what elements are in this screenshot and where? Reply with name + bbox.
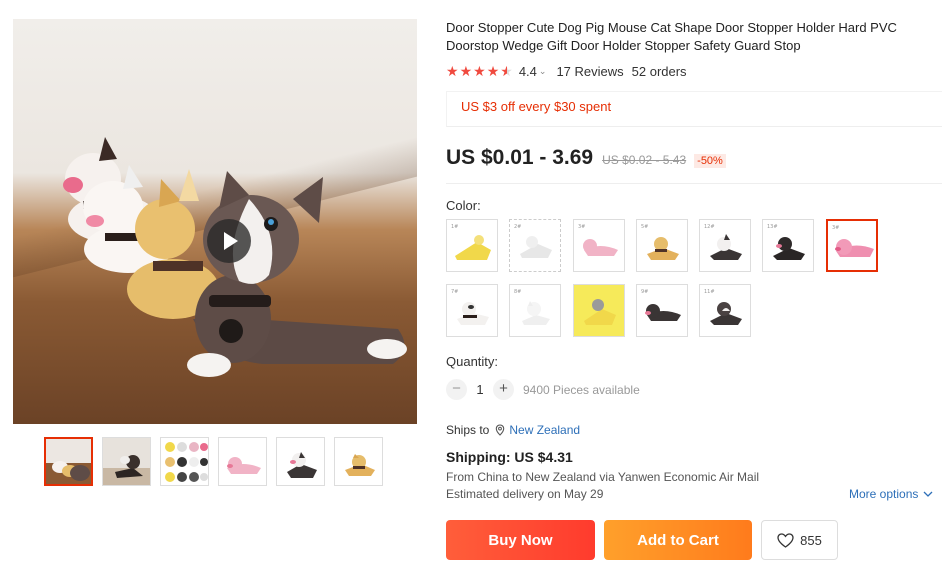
main-product-image[interactable] [13,19,417,424]
swatch-black-husky[interactable]: 11# [699,284,751,337]
swatch-image [522,301,550,325]
swatch-image [457,302,489,325]
swatch-image [583,239,618,256]
swatch-image [645,304,681,321]
swatch-image [710,302,742,325]
original-price: US $0.02 - 5.43 [602,153,687,167]
discount-badge: -50% [694,154,726,168]
swatch-shiba-dog[interactable]: 5# [636,219,688,272]
chevron-down-icon[interactable]: ⌄ [539,66,547,77]
coupon-banner[interactable]: US $3 off every $30 spent [446,91,942,127]
increase-quantity-button[interactable]: + [493,379,514,400]
thumbnail-strip [44,437,383,486]
product-photo-illustration [63,137,407,377]
shipping-route: From China to New Zealand via Yanwen Eco… [446,470,760,484]
swatch-black-pig[interactable]: 9# [636,284,688,337]
swatch-black-bull-terrier[interactable]: 13# [762,219,814,272]
swatch-image [455,235,491,260]
swatch-yellow-mouse-2[interactable]: 2# [573,284,625,337]
chevron-down-icon [923,491,933,497]
quantity-label: Quantity: [446,354,499,369]
buy-now-button[interactable]: Buy Now [446,520,595,560]
wishlist-button[interactable]: 855 [761,520,838,560]
estimated-delivery: Estimated delivery on May 29 [446,487,604,501]
play-video-button[interactable] [207,219,251,263]
swatch-image [647,237,679,260]
swatch-image [773,237,805,260]
thumbnail-image [219,438,266,485]
pieces-available: 9400 Pieces available [523,382,640,397]
swatch-white-mouse[interactable]: 2# [509,219,561,272]
rating-row: ★ ★ ★ ★ ★ 4.4 ⌄ 17 Reviews 52 orders [446,63,687,79]
thumbnail-image [46,439,91,484]
heart-icon [777,532,794,548]
thumbnail-image [335,438,382,485]
star-icon: ★ [446,63,459,79]
star-icon: ★ [459,63,473,79]
thumbnail-6[interactable] [334,437,383,486]
current-price: US $0.01 - 3.69 [446,146,594,169]
star-rating: ★ ★ ★ ★ ★ [446,63,513,79]
ship-country-link[interactable]: New Zealand [509,423,580,437]
swatch-pink-pig[interactable]: 3# [573,219,625,272]
swatch-bull-terrier-patch[interactable]: 7# [446,284,498,337]
color-label: Color: [446,198,481,213]
star-icon: ★ [486,63,500,79]
quantity-input[interactable]: 1 [467,382,493,397]
swatch-white-bull-terrier[interactable]: 12# [699,219,751,272]
thumbnail-3[interactable] [160,437,209,486]
decrease-quantity-button[interactable]: − [446,379,467,400]
divider [446,183,942,184]
thumbnail-1[interactable] [44,437,93,486]
swatch-image [574,285,624,336]
ships-to-label: Ships to [446,423,490,437]
thumbnail-5[interactable] [276,437,325,486]
half-star-icon: ★ [500,63,513,79]
rating-value[interactable]: 4.4 [519,64,537,79]
reviews-link[interactable]: 17 Reviews [556,64,623,79]
thumbnail-image [277,438,324,485]
swatch-image [710,234,742,260]
ships-to-row: Ships to New Zealand [446,423,580,437]
add-to-cart-button[interactable]: Add to Cart [604,520,752,560]
thumbnail-image [161,438,208,485]
swatch-white-cat[interactable]: 8# [509,284,561,337]
star-icon: ★ [473,63,486,79]
more-options-label: More options [849,487,919,501]
location-pin-icon [496,424,505,436]
swatch-image [835,239,874,257]
price-row: US $0.01 - 3.69 US $0.02 - 5.43 -50% [446,146,726,170]
wishlist-count: 855 [800,532,822,548]
thumbnail-4[interactable] [218,437,267,486]
swatch-pink-pig-large[interactable]: 3# [826,219,878,272]
more-shipping-options-link[interactable]: More options [849,487,933,501]
swatch-yellow-mouse[interactable]: 1# [446,219,498,272]
shipping-price: Shipping: US $4.31 [446,449,573,465]
orders-count: 52 orders [631,63,687,79]
quantity-stepper: − 1 + 9400 Pieces available [446,379,640,400]
product-title: Door Stopper Cute Dog Pig Mouse Cat Shap… [446,20,897,53]
thumbnail-image [103,438,150,485]
thumbnail-2[interactable] [102,437,151,486]
swatch-image [520,236,552,258]
coupon-text: US $3 off every $30 spent [461,99,612,114]
